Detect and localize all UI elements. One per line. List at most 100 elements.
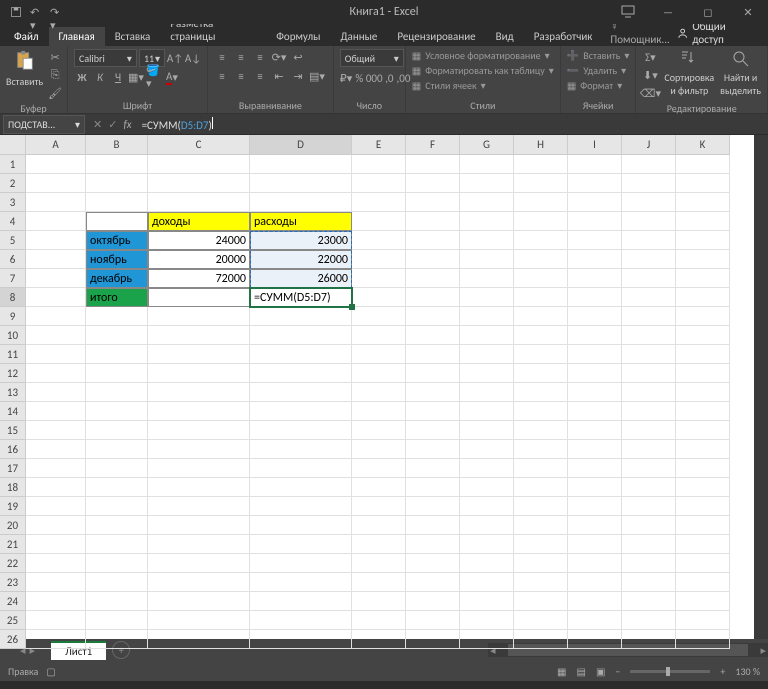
- row-header[interactable]: 23: [0, 573, 26, 592]
- cell[interactable]: [460, 288, 514, 307]
- cell[interactable]: [86, 174, 148, 193]
- cell[interactable]: [676, 459, 730, 478]
- cell[interactable]: [406, 288, 460, 307]
- cell[interactable]: [568, 554, 622, 573]
- cell[interactable]: [250, 307, 352, 326]
- cell[interactable]: [406, 326, 460, 345]
- tab-file[interactable]: Файл: [4, 27, 49, 46]
- align-right-icon[interactable]: ≡: [252, 68, 268, 84]
- cell[interactable]: [514, 630, 568, 649]
- cell[interactable]: [676, 573, 730, 592]
- cell[interactable]: =СУММ(D5:D7): [250, 288, 352, 307]
- comma-icon[interactable]: 000: [366, 70, 382, 86]
- cell[interactable]: [148, 535, 250, 554]
- cell[interactable]: [568, 326, 622, 345]
- column-header[interactable]: E: [352, 135, 406, 155]
- row-header[interactable]: 1: [0, 155, 26, 174]
- copy-icon[interactable]: ⎘: [47, 67, 63, 83]
- cell[interactable]: [622, 155, 676, 174]
- cell[interactable]: [406, 592, 460, 611]
- cell[interactable]: [676, 440, 730, 459]
- cell[interactable]: [250, 478, 352, 497]
- cell[interactable]: [86, 212, 148, 231]
- cell[interactable]: [460, 326, 514, 345]
- grow-font-icon[interactable]: A↑: [167, 50, 183, 66]
- cell[interactable]: [352, 516, 406, 535]
- cell[interactable]: [676, 554, 730, 573]
- cell[interactable]: [676, 231, 730, 250]
- cell[interactable]: [86, 402, 148, 421]
- cell[interactable]: [86, 440, 148, 459]
- tab-view[interactable]: Вид: [486, 27, 524, 46]
- cell[interactable]: [406, 421, 460, 440]
- cell[interactable]: [148, 326, 250, 345]
- cell[interactable]: [352, 193, 406, 212]
- cell[interactable]: [568, 573, 622, 592]
- cell[interactable]: [514, 288, 568, 307]
- cell[interactable]: [86, 554, 148, 573]
- cell[interactable]: [86, 630, 148, 649]
- cell[interactable]: [568, 212, 622, 231]
- row-header[interactable]: 2: [0, 174, 26, 193]
- cell[interactable]: [676, 611, 730, 630]
- cell[interactable]: [148, 421, 250, 440]
- cell[interactable]: расходы: [250, 212, 352, 231]
- cell[interactable]: [86, 459, 148, 478]
- cell[interactable]: [26, 364, 86, 383]
- cell[interactable]: [622, 174, 676, 193]
- cell[interactable]: [568, 516, 622, 535]
- cell[interactable]: [460, 193, 514, 212]
- cell[interactable]: [250, 497, 352, 516]
- close-icon[interactable]: ✕: [728, 0, 768, 24]
- cell[interactable]: [406, 478, 460, 497]
- cell[interactable]: [676, 269, 730, 288]
- cell[interactable]: [568, 174, 622, 193]
- cell[interactable]: [622, 497, 676, 516]
- cell[interactable]: [406, 269, 460, 288]
- cell[interactable]: [148, 459, 250, 478]
- cell[interactable]: [26, 345, 86, 364]
- cell[interactable]: [26, 383, 86, 402]
- sort-filter-button[interactable]: Сортировка и фильтр: [664, 49, 714, 97]
- cell[interactable]: [460, 307, 514, 326]
- bold-button[interactable]: Ж: [74, 69, 90, 85]
- cell[interactable]: [406, 155, 460, 174]
- cell[interactable]: [514, 364, 568, 383]
- column-header[interactable]: K: [676, 135, 730, 155]
- cell[interactable]: [148, 345, 250, 364]
- tab-insert[interactable]: Вставка: [105, 27, 161, 46]
- cell[interactable]: [676, 212, 730, 231]
- cell[interactable]: [568, 231, 622, 250]
- cell[interactable]: [514, 535, 568, 554]
- cell[interactable]: [460, 459, 514, 478]
- cell[interactable]: [86, 573, 148, 592]
- cell[interactable]: [676, 155, 730, 174]
- cell[interactable]: [352, 269, 406, 288]
- cell[interactable]: [622, 288, 676, 307]
- cell[interactable]: [352, 402, 406, 421]
- cell[interactable]: [460, 497, 514, 516]
- autosum-icon[interactable]: Σ▾: [642, 49, 658, 65]
- cell[interactable]: [568, 307, 622, 326]
- row-header[interactable]: 8: [0, 288, 26, 307]
- cell[interactable]: [622, 326, 676, 345]
- cell[interactable]: [148, 174, 250, 193]
- borders-icon[interactable]: ▦▾: [128, 69, 144, 85]
- cell[interactable]: [514, 212, 568, 231]
- cell[interactable]: [148, 288, 250, 307]
- italic-button[interactable]: К: [92, 69, 108, 85]
- minimize-icon[interactable]: —: [648, 0, 688, 24]
- cell[interactable]: [460, 155, 514, 174]
- cell[interactable]: [514, 326, 568, 345]
- cell[interactable]: [86, 516, 148, 535]
- cell[interactable]: [352, 573, 406, 592]
- fill-icon[interactable]: ⬇▾: [642, 67, 658, 83]
- cell[interactable]: [676, 478, 730, 497]
- cell[interactable]: [568, 440, 622, 459]
- zoom-in-icon[interactable]: +: [720, 665, 725, 678]
- cell[interactable]: [622, 250, 676, 269]
- select-all-triangle[interactable]: [0, 135, 26, 155]
- cell[interactable]: [514, 250, 568, 269]
- row-header[interactable]: 15: [0, 421, 26, 440]
- align-left-icon[interactable]: ≡: [214, 68, 230, 84]
